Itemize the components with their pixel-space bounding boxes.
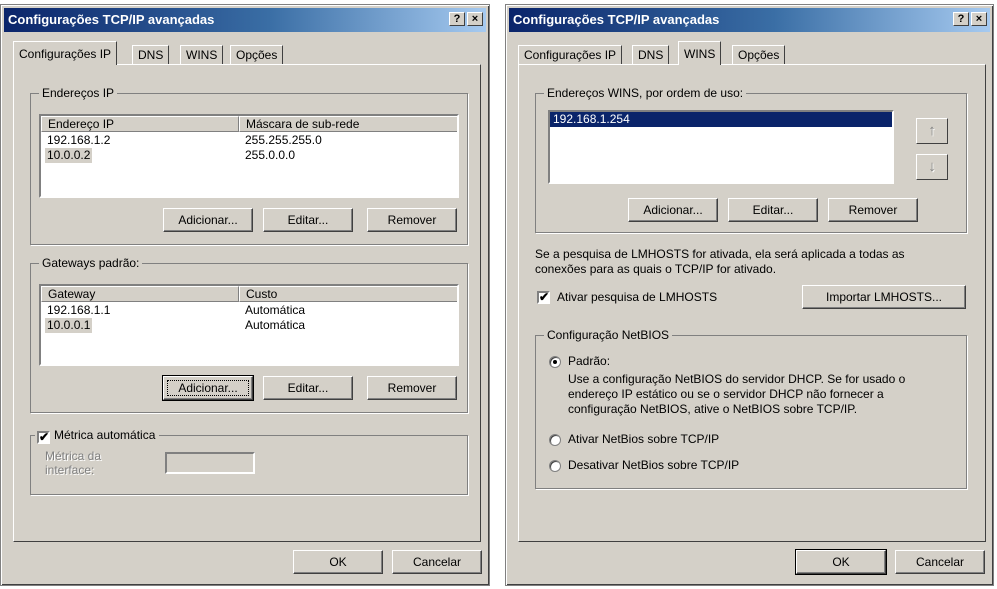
lmhosts-info-text: Se a pesquisa de LMHOSTS for ativada, el… <box>535 247 905 261</box>
tab-options[interactable]: Opções <box>230 45 284 65</box>
add-gateway-button[interactable]: Adicionar... <box>162 375 254 401</box>
column-header-cost[interactable]: Custo <box>239 286 457 302</box>
interface-metric-label: interface: <box>45 463 95 477</box>
lmhosts-checkbox-label: Ativar pesquisa de LMHOSTS <box>557 290 718 304</box>
ip-addresses-group: Endereços IP Endereço IP Máscara de sub-… <box>30 86 468 245</box>
title-bar: Configurações TCP/IP avançadas ? × <box>4 8 486 32</box>
gateway-cell[interactable]: 10.0.0.1 <box>45 318 93 333</box>
cost-cell: Automática <box>245 303 306 317</box>
ok-button[interactable]: OK <box>293 550 383 574</box>
tab-wins[interactable]: WINS <box>678 41 722 65</box>
wins-address-item[interactable]: 192.168.1.254 <box>550 112 892 127</box>
column-header-gateway[interactable]: Gateway <box>41 286 239 302</box>
remove-wins-button[interactable]: Remover <box>828 198 918 222</box>
remove-gateway-button[interactable]: Remover <box>367 376 457 400</box>
window-title: Configurações TCP/IP avançadas <box>8 12 215 27</box>
ok-button[interactable]: OK <box>795 549 887 575</box>
automatic-metric-group: ✔ Métrica automática Métrica da interface… <box>30 428 468 495</box>
cost-cell: Automática <box>245 318 306 332</box>
group-title: Configuração NetBIOS <box>544 328 673 342</box>
automatic-metric-checkbox[interactable]: ✔ <box>37 431 50 444</box>
netbios-default-label: Padrão: <box>568 354 611 368</box>
group-title: Gateways padrão: <box>39 256 143 270</box>
window-title: Configurações TCP/IP avançadas <box>513 12 720 27</box>
netbios-default-description: configuração NetBIOS, ative o NetBIOS so… <box>568 402 858 416</box>
netbios-disable-label: Desativar NetBios sobre TCP/IP <box>568 458 740 472</box>
title-bar: Configurações TCP/IP avançadas ? × <box>509 8 990 32</box>
netbios-default-description: endereço IP estático ou se o servidor DH… <box>568 387 884 401</box>
tab-options[interactable]: Opções <box>732 45 786 65</box>
default-gateways-group: Gateways padrão: Gateway Custo 192.168.1… <box>30 256 468 413</box>
column-header-ip[interactable]: Endereço IP <box>41 116 239 132</box>
add-wins-button[interactable]: Adicionar... <box>628 198 718 222</box>
tab-panel: Endereços IP Endereço IP Máscara de sub-… <box>13 64 481 542</box>
netbios-group: Configuração NetBIOS Padrão: Use a confi… <box>535 328 967 489</box>
interface-metric-field[interactable] <box>165 452 255 474</box>
column-header-mask[interactable]: Máscara de sub-rede <box>239 116 457 132</box>
gateway-cell[interactable]: 192.168.1.1 <box>47 303 110 318</box>
metric-legend: ✔ Métrica automática <box>35 428 160 444</box>
edit-gateway-button[interactable]: Editar... <box>263 376 353 400</box>
netbios-default-radio[interactable] <box>549 356 561 368</box>
dialog-wins-settings: Configurações TCP/IP avançadas ? × Confi… <box>505 4 994 586</box>
ip-cell[interactable]: 192.168.1.2 <box>47 133 110 148</box>
move-down-icon[interactable]: ↓ <box>916 154 948 180</box>
close-button[interactable]: × <box>467 12 483 26</box>
ip-address-list[interactable]: Endereço IP Máscara de sub-rede 192.168.… <box>39 114 459 198</box>
add-ip-button[interactable]: Adicionar... <box>163 208 253 232</box>
tab-panel: Endereços WINS, por ordem de uso: 192.16… <box>518 64 986 542</box>
dialog-ip-settings: Configurações TCP/IP avançadas ? × Confi… <box>0 4 490 586</box>
edit-ip-button[interactable]: Editar... <box>263 208 353 232</box>
remove-ip-button[interactable]: Remover <box>367 208 457 232</box>
tab-wins[interactable]: WINS <box>180 45 224 65</box>
group-title: Endereços IP <box>39 86 118 100</box>
netbios-enable-label: Ativar NetBios sobre TCP/IP <box>568 432 720 446</box>
gateway-list[interactable]: Gateway Custo 192.168.1.1 Automática 10.… <box>39 284 459 366</box>
cancel-button[interactable]: Cancelar <box>895 550 985 574</box>
mask-cell: 255.0.0.0 <box>245 148 296 162</box>
automatic-metric-label: Métrica automática <box>54 428 156 442</box>
ip-cell[interactable]: 10.0.0.2 <box>45 148 93 163</box>
cancel-button[interactable]: Cancelar <box>392 550 482 574</box>
interface-metric-label: Métrica da <box>45 449 102 463</box>
help-button[interactable]: ? <box>953 12 969 26</box>
tab-dns[interactable]: DNS <box>132 45 170 65</box>
help-button[interactable]: ? <box>449 12 465 26</box>
tab-dns[interactable]: DNS <box>632 45 670 65</box>
netbios-default-description: Use a configuração NetBIOS do servidor D… <box>568 372 906 386</box>
lmhosts-info-text: conexões para as quais o TCP/IP for ativ… <box>535 262 777 276</box>
group-title: Endereços WINS, por ordem de uso: <box>544 86 747 100</box>
netbios-enable-radio[interactable] <box>549 434 561 446</box>
tab-ip-settings[interactable]: Configurações IP <box>13 41 118 65</box>
mask-cell: 255.255.255.0 <box>245 133 322 147</box>
close-button[interactable]: × <box>971 12 987 26</box>
wins-address-list[interactable]: 192.168.1.254 <box>548 110 894 184</box>
netbios-disable-radio[interactable] <box>549 460 561 472</box>
lmhosts-checkbox[interactable]: ✔ <box>537 291 550 304</box>
move-up-icon[interactable]: ↑ <box>916 118 948 144</box>
edit-wins-button[interactable]: Editar... <box>728 198 818 222</box>
tab-ip-settings[interactable]: Configurações IP <box>518 45 623 65</box>
wins-addresses-group: Endereços WINS, por ordem de uso: 192.16… <box>535 86 967 233</box>
import-lmhosts-button[interactable]: Importar LMHOSTS... <box>802 285 966 309</box>
